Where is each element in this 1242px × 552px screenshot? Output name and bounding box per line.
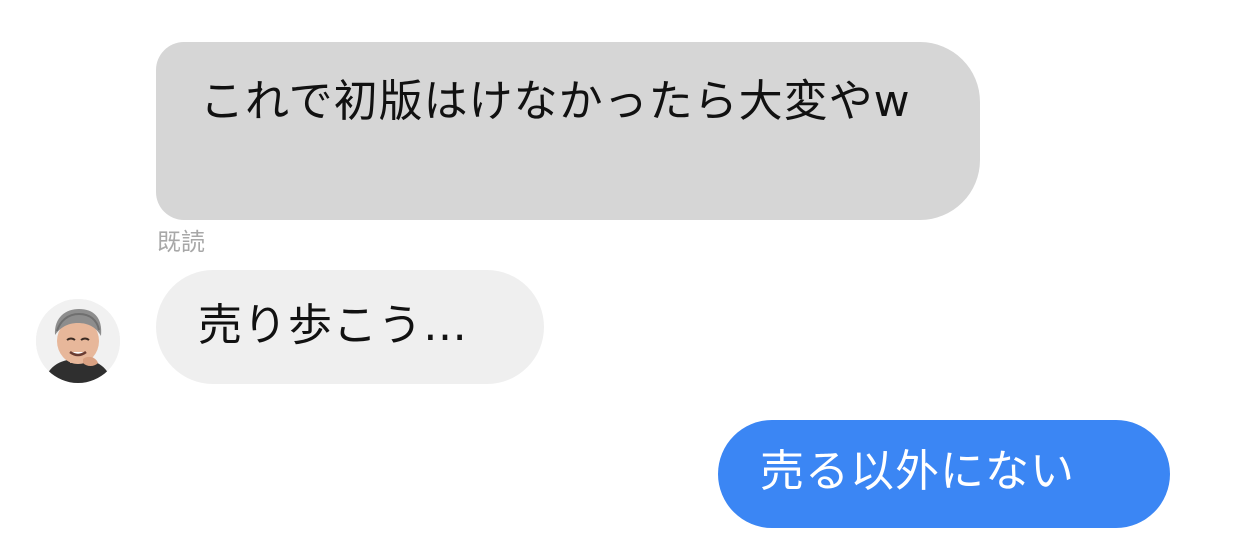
person-avatar-icon [36, 299, 120, 383]
message-text: 売り歩こう… [198, 300, 468, 351]
message-bubble-incoming[interactable]: 売り歩こう… [156, 270, 544, 384]
message-text: これで初版はけなかったら大変やw [200, 76, 911, 127]
read-receipt: 既読 [157, 228, 205, 256]
message-bubble-outgoing-2[interactable]: 売る以外にない [718, 420, 1170, 528]
avatar[interactable] [36, 299, 120, 383]
message-bubble-outgoing-1[interactable]: これで初版はけなかったら大変やw [156, 42, 980, 220]
message-text: 売る以外にない [760, 446, 1075, 497]
